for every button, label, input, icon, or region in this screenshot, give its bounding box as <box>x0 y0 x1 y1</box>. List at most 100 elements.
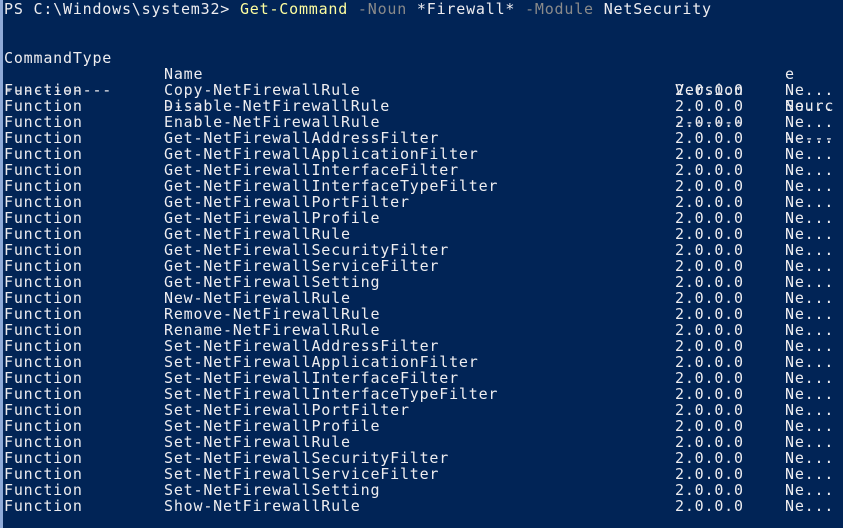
cell-name: Set-NetFirewallInterfaceFilter <box>164 369 459 387</box>
table-row: Function Set-NetFirewallPortFilter 2.0.0.0… <box>4 402 843 418</box>
cell-source: Ne... <box>785 129 835 147</box>
cell-source: Ne... <box>785 241 835 259</box>
table-row: Function Set-NetFirewallRule 2.0.0.0 Ne... <box>4 434 843 450</box>
table-row: Function Get-NetFirewallApplicationFilter… <box>4 146 843 162</box>
cell-name: Get-NetFirewallProfile <box>164 209 381 227</box>
table-separator: ----------- ---- ------- ----- <box>4 66 843 146</box>
cell-source: Ne... <box>785 465 835 483</box>
cell-version: 2.0.0.0 <box>675 337 744 355</box>
cell-source: Ne... <box>785 481 835 499</box>
cell-source: Ne... <box>785 417 835 435</box>
arg-module: NetSecurity <box>593 0 712 18</box>
cell-commandtype: Function <box>4 145 83 163</box>
table-header: CommandType Name Version Sourc <box>4 34 843 114</box>
table-row: Function Get-NetFirewallInterfaceFilter 2.… <box>4 162 843 178</box>
cell-name: Get-NetFirewallAddressFilter <box>164 129 440 147</box>
cell-version: 2.0.0.0 <box>675 225 744 243</box>
cell-name: Set-NetFirewallPortFilter <box>164 401 410 419</box>
cell-name: Disable-NetFirewallRule <box>164 97 391 115</box>
cell-version: 2.0.0.0 <box>675 193 744 211</box>
cell-source: Ne... <box>785 209 835 227</box>
param-module: -Module <box>515 0 594 18</box>
cell-commandtype: Function <box>4 385 83 403</box>
cell-commandtype: Function <box>4 113 83 131</box>
cell-commandtype: Function <box>4 209 83 227</box>
command-name: Get-Command <box>239 0 349 18</box>
cell-version: 2.0.0.0 <box>675 273 744 291</box>
table-row: Function Get-NetFirewallSetting 2.0.0.0 Ne.… <box>4 274 843 290</box>
table-row: Function Get-NetFirewallProfile 2.0.0.0 Ne.… <box>4 210 843 226</box>
cell-version: 2.0.0.0 <box>675 369 744 387</box>
table-row: Function Disable-NetFirewallRule 2.0.0.0 Ne… <box>4 98 843 114</box>
cell-commandtype: Function <box>4 193 83 211</box>
table-row: Function Enable-NetFirewallRule 2.0.0.0 Ne.… <box>4 114 843 130</box>
cell-source: Ne... <box>785 385 835 403</box>
cell-source: Ne... <box>785 97 835 115</box>
table-row: Function Get-NetFirewallInterfaceTypeFilt… <box>4 178 843 194</box>
cell-commandtype: Function <box>4 273 83 291</box>
cell-commandtype: Function <box>4 433 83 451</box>
cell-version: 2.0.0.0 <box>675 465 744 483</box>
cell-commandtype: Function <box>4 481 83 499</box>
cell-source: Ne... <box>785 369 835 387</box>
cell-version: 2.0.0.0 <box>675 385 744 403</box>
cell-source: Ne... <box>785 497 835 515</box>
cell-commandtype: Function <box>4 417 83 435</box>
table-row: Function Set-NetFirewallInterfaceTypeFilt… <box>4 386 843 402</box>
cell-version: 2.0.0.0 <box>675 433 744 451</box>
table-row: Function Set-NetFirewallApplicationFilter… <box>4 354 843 370</box>
cell-version: 2.0.0.0 <box>675 145 744 163</box>
cell-version: 2.0.0.0 <box>675 321 744 339</box>
cell-version: 2.0.0.0 <box>675 177 744 195</box>
cell-commandtype: Function <box>4 289 83 307</box>
table-row: Function Copy-NetFirewallRule 2.0.0.0 Ne... <box>4 82 843 98</box>
cell-source: Ne... <box>785 289 835 307</box>
arg-noun: *Firewall* <box>407 0 516 18</box>
cell-commandtype: Function <box>4 337 83 355</box>
table-row: Function Show-NetFirewallRule 2.0.0.0 Ne... <box>4 498 843 514</box>
prompt-line[interactable]: PS C:\Windows\system32> Get-Command -Nou… <box>4 1 712 17</box>
cell-source: Ne... <box>785 161 835 179</box>
cell-name: Set-NetFirewallProfile <box>164 417 381 435</box>
cell-commandtype: Function <box>4 177 83 195</box>
cell-name: Set-NetFirewallAddressFilter <box>164 337 440 355</box>
cell-name: Rename-NetFirewallRule <box>164 321 381 339</box>
table-row: Function Get-NetFirewallPortFilter 2.0.0.0… <box>4 194 843 210</box>
cell-name: Set-NetFirewallRule <box>164 433 351 451</box>
cell-name: Set-NetFirewallApplicationFilter <box>164 353 479 371</box>
cell-source: Ne... <box>785 353 835 371</box>
cell-source: Ne... <box>785 401 835 419</box>
cell-name: Copy-NetFirewallRule <box>164 81 361 99</box>
cell-commandtype: Function <box>4 449 83 467</box>
cell-version: 2.0.0.0 <box>675 305 744 323</box>
table-row: Function Remove-NetFirewallRule 2.0.0.0 Ne.… <box>4 306 843 322</box>
param-noun: -Noun <box>348 0 408 18</box>
table-row: Function Set-NetFirewallSecurityFilter 2.0… <box>4 450 843 466</box>
prompt: PS C:\Windows\system32> <box>4 0 240 18</box>
cell-commandtype: Function <box>4 129 83 147</box>
cell-version: 2.0.0.0 <box>675 401 744 419</box>
cell-commandtype: Function <box>4 465 83 483</box>
cell-version: 2.0.0.0 <box>675 257 744 275</box>
cell-source: Ne... <box>785 257 835 275</box>
cell-name: Get-NetFirewallSetting <box>164 273 381 291</box>
cell-source: Ne... <box>785 145 835 163</box>
cell-version: 2.0.0.0 <box>675 97 744 115</box>
cell-name: Set-NetFirewallSetting <box>164 481 381 499</box>
cell-commandtype: Function <box>4 257 83 275</box>
cell-source: Ne... <box>785 177 835 195</box>
cell-name: Get-NetFirewallInterfaceFilter <box>164 161 459 179</box>
cell-source: Ne... <box>785 305 835 323</box>
cell-name: Get-NetFirewallPortFilter <box>164 193 410 211</box>
cell-source: Ne... <box>785 321 835 339</box>
cell-name: Get-NetFirewallServiceFilter <box>164 257 440 275</box>
cell-commandtype: Function <box>4 81 83 99</box>
cell-commandtype: Function <box>4 321 83 339</box>
cell-name: Set-NetFirewallSecurityFilter <box>164 449 450 467</box>
cell-source: Ne... <box>785 449 835 467</box>
cell-version: 2.0.0.0 <box>675 161 744 179</box>
cell-source: Ne... <box>785 81 835 99</box>
window-left-edge <box>0 0 3 528</box>
table-row: Function New-NetFirewallRule 2.0.0.0 Ne... <box>4 290 843 306</box>
cell-source: Ne... <box>785 433 835 451</box>
